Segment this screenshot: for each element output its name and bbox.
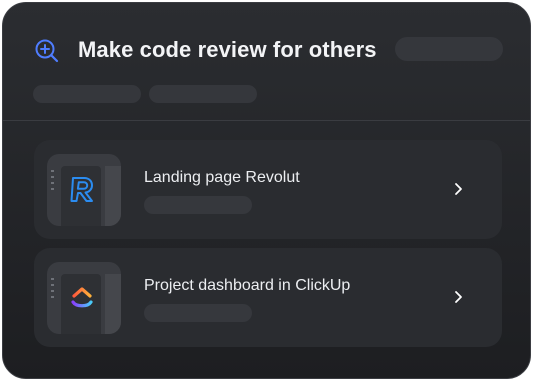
- chevron-right-icon: [455, 291, 462, 303]
- list-item-landing-page-revolut[interactable]: Landing page Revolut: [34, 140, 502, 239]
- list-item-project-dashboard-clickup[interactable]: Project dashboard in ClickUp: [34, 248, 502, 347]
- item-label: Landing page Revolut: [144, 169, 300, 186]
- revolut-logo-icon: [70, 177, 93, 202]
- chevron-right-icon: [455, 183, 462, 195]
- divider: [3, 120, 530, 121]
- project-thumbnail: [47, 154, 121, 226]
- clickup-logo-icon: [71, 287, 93, 308]
- project-thumbnail: [47, 262, 121, 334]
- card-title: Make code review for others: [78, 37, 377, 62]
- meta-placeholder: [33, 85, 141, 103]
- zoom-in-icon: [35, 39, 59, 63]
- code-review-card: Make code review for others Landing page…: [2, 2, 531, 379]
- item-label: Project dashboard in ClickUp: [144, 277, 351, 294]
- title-placeholder: [395, 37, 503, 61]
- meta-placeholder: [149, 85, 257, 103]
- item-meta-placeholder: [144, 304, 252, 322]
- item-meta-placeholder: [144, 196, 252, 214]
